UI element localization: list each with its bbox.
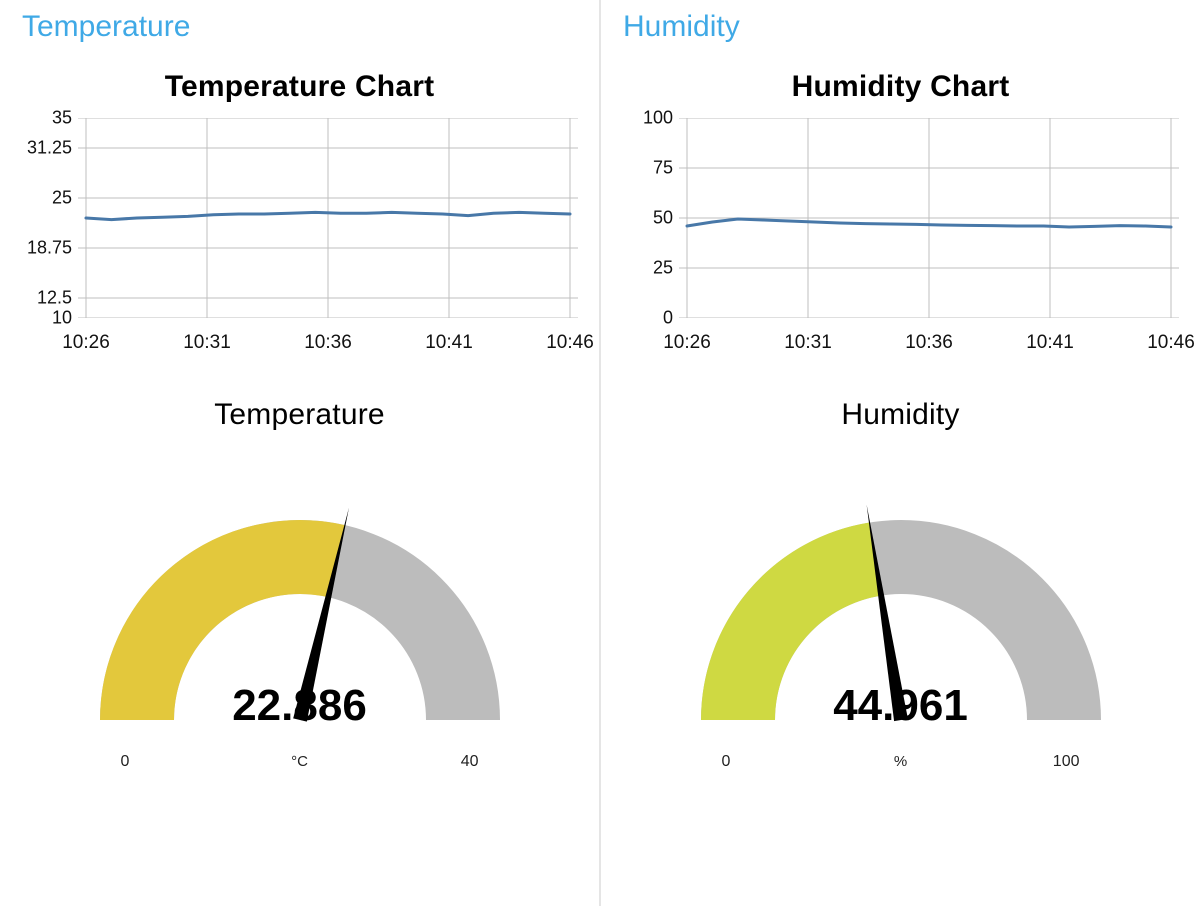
x-tick: 10:26 — [663, 332, 711, 354]
humidity-gauge-max: 100 — [1053, 753, 1080, 771]
y-tick: 12.5 — [37, 288, 78, 309]
humidity-gauge-block: Humidity 44.961 0 % 100 — [601, 398, 1200, 771]
y-tick: 18.75 — [27, 238, 78, 259]
temperature-panel: Temperature Temperature Chart 1012.5 18.7… — [0, 0, 599, 906]
x-tick: 10:36 — [304, 332, 352, 354]
x-tick: 10:46 — [1147, 332, 1195, 354]
temperature-gauge-block: Temperature 22.886 0 °C 40 — [0, 398, 599, 771]
humidity-chart-plot: 0255075100 10:2610:3110:3610:4110:46 — [679, 118, 1182, 362]
y-tick: 31.25 — [27, 138, 78, 159]
y-tick: 100 — [643, 108, 679, 129]
x-tick: 10:46 — [546, 332, 594, 354]
humidity-gauge-title: Humidity — [601, 398, 1200, 432]
y-tick: 25 — [52, 188, 78, 209]
x-tick: 10:26 — [62, 332, 110, 354]
temperature-gauge: 22.886 — [65, 460, 535, 745]
humidity-chart-title: Humidity Chart — [619, 70, 1182, 104]
temperature-gauge-min: 0 — [121, 753, 130, 771]
temperature-chart-plot: 1012.518.752531.2535 10:2610:3110:3610:4… — [78, 118, 581, 362]
humidity-chart-block: Humidity Chart 0 25 50 75 100 10:26 10:31 10:3… — [601, 58, 1200, 362]
y-tick: 10 — [52, 308, 78, 329]
x-tick: 10:41 — [425, 332, 473, 354]
temperature-gauge-max: 40 — [461, 753, 479, 771]
x-tick: 10:31 — [784, 332, 832, 354]
humidity-gauge: 44.961 — [666, 460, 1136, 745]
temperature-chart-block: Temperature Chart 1012.5 18.75 25 31.25 35 1… — [0, 58, 599, 362]
y-tick: 75 — [653, 158, 679, 179]
y-tick: 25 — [653, 258, 679, 279]
humidity-gauge-unit: % — [894, 753, 907, 770]
gauge-value: 44.961 — [833, 681, 968, 731]
gauge-value: 22.886 — [232, 681, 367, 731]
temperature-chart-title: Temperature Chart — [18, 70, 581, 104]
x-tick: 10:36 — [905, 332, 953, 354]
temperature-gauge-unit: °C — [291, 753, 308, 770]
panel-header-temperature: Temperature — [0, 0, 599, 58]
temperature-gauge-title: Temperature — [0, 398, 599, 432]
humidity-gauge-min: 0 — [722, 753, 731, 771]
x-tick: 10:41 — [1026, 332, 1074, 354]
y-tick: 0 — [663, 308, 679, 329]
panel-header-humidity: Humidity — [601, 0, 1200, 58]
x-tick: 10:31 — [183, 332, 231, 354]
y-tick: 35 — [52, 108, 78, 129]
humidity-panel: Humidity Humidity Chart 0 25 50 75 100 10:26… — [599, 0, 1200, 906]
y-tick: 50 — [653, 208, 679, 229]
